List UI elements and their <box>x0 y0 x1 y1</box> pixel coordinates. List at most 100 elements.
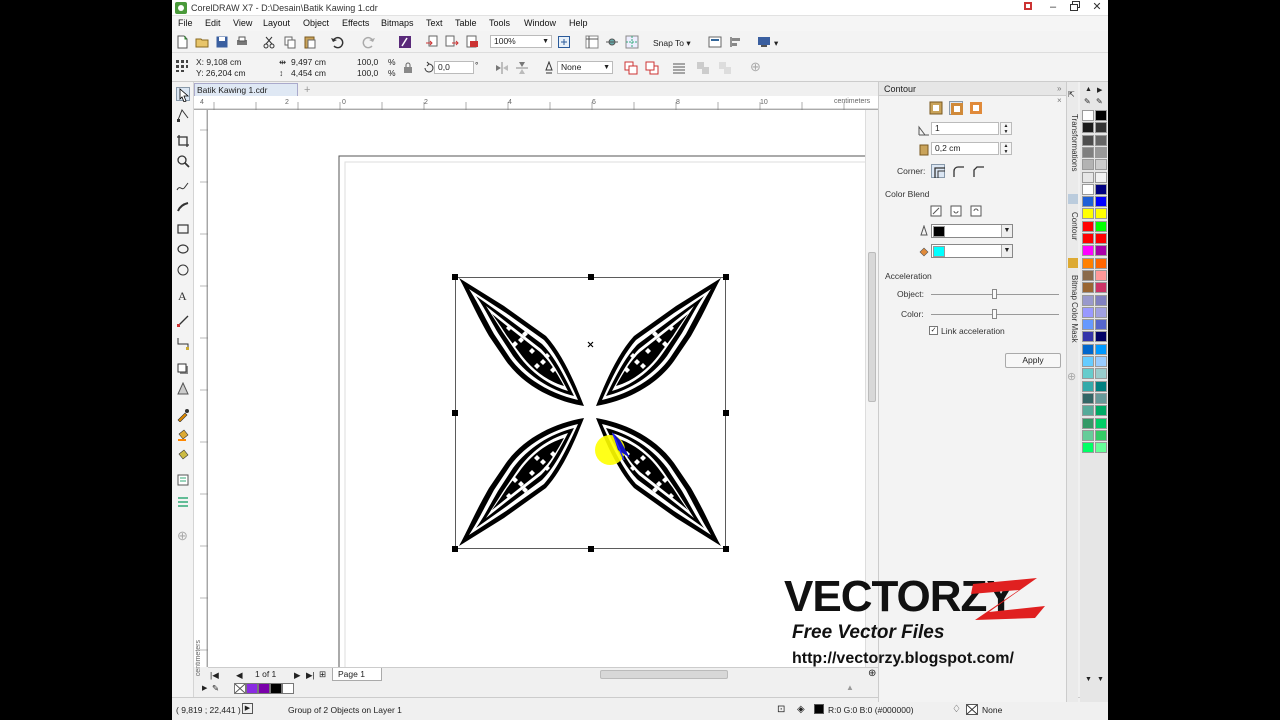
palette-arrow-icon[interactable]: ▶ <box>202 684 207 692</box>
palette-swatch[interactable] <box>1082 319 1094 331</box>
page-tab[interactable]: Page 1 <box>332 668 382 681</box>
export-icon[interactable] <box>445 35 459 49</box>
palette-swatch[interactable] <box>1095 220 1107 232</box>
lock-ratio-icon[interactable] <box>401 61 415 75</box>
to-back-icon[interactable] <box>645 61 659 75</box>
full-screen-icon[interactable] <box>557 35 571 49</box>
offset-spinner[interactable]: ▲ ▼ <box>1000 142 1012 155</box>
menu-bitmaps[interactable]: Bitmaps <box>381 18 414 28</box>
palette-swatch[interactable] <box>1095 429 1107 441</box>
polygon-tool-icon[interactable] <box>176 263 190 277</box>
rotation-angle-field[interactable]: 0,0 <box>434 61 474 74</box>
import-icon[interactable] <box>425 35 439 49</box>
palette-swatch[interactable] <box>1095 196 1107 208</box>
palette-scroll-up-icon[interactable]: ▲ <box>1085 86 1092 93</box>
menu-help[interactable]: Help <box>569 18 588 28</box>
palette-swatch[interactable] <box>1095 356 1107 367</box>
palette-swatch[interactable] <box>1095 245 1107 257</box>
drop-shadow-icon[interactable] <box>176 362 190 376</box>
color-eyedropper-icon[interactable] <box>176 408 190 422</box>
color-acceleration-slider[interactable] <box>992 309 997 319</box>
palette-swatch[interactable] <box>1095 392 1107 404</box>
apply-button[interactable]: Apply <box>1005 353 1061 368</box>
menu-tools[interactable]: Tools <box>489 18 510 28</box>
bevel-corner-icon[interactable] <box>971 164 985 178</box>
palette-swatch[interactable] <box>1095 294 1107 306</box>
clockwise-blend-icon[interactable] <box>949 204 963 218</box>
restore-window-icon[interactable] <box>1017 1 1039 14</box>
show-guidelines-icon[interactable] <box>625 35 639 49</box>
no-color-swatch[interactable] <box>234 683 246 694</box>
doc-swatch[interactable] <box>246 683 258 694</box>
palette-swatch[interactable] <box>1095 306 1107 318</box>
menu-window[interactable]: Window <box>524 18 556 28</box>
outline-width-select[interactable]: None ▼ <box>557 61 613 74</box>
mirror-vertical-icon[interactable] <box>515 61 529 75</box>
menu-table[interactable]: Table <box>455 18 477 28</box>
options-icon[interactable] <box>708 35 722 49</box>
menu-object[interactable]: Object <box>303 18 329 28</box>
crop-tool-icon[interactable] <box>176 134 190 148</box>
palette-swatch[interactable] <box>1082 245 1094 257</box>
batik-motif[interactable] <box>459 278 721 546</box>
color-proof-icon[interactable]: ⊡ <box>777 704 785 715</box>
new-tab-icon[interactable]: + <box>304 84 310 96</box>
linear-blend-icon[interactable] <box>929 204 943 218</box>
parallel-dimension-icon[interactable] <box>176 314 190 328</box>
open-icon[interactable] <box>195 35 209 49</box>
miter-corner-icon[interactable] <box>931 164 945 178</box>
palette-swatch[interactable] <box>1095 233 1107 244</box>
to-front-icon[interactable] <box>624 61 638 75</box>
ellipse-tool-icon[interactable] <box>176 242 190 256</box>
mirror-horizontal-icon[interactable] <box>495 61 509 75</box>
steps-spinner[interactable]: ▲ ▼ <box>1000 122 1012 135</box>
copy-icon[interactable] <box>283 35 297 49</box>
doc-swatch[interactable] <box>258 683 270 694</box>
palette-swatch[interactable] <box>1082 257 1094 269</box>
counterclockwise-blend-icon[interactable] <box>969 204 983 218</box>
palette-swatch[interactable] <box>1082 429 1094 441</box>
to-center-icon[interactable] <box>929 101 943 115</box>
text-tool-icon[interactable]: A <box>176 288 190 302</box>
connector-tool-icon[interactable] <box>176 336 190 350</box>
launcher-dropdown-icon[interactable]: ▾ <box>774 38 778 49</box>
palette-swatch[interactable] <box>1082 331 1094 343</box>
dropdown-arrow-icon[interactable]: ▼ <box>1001 245 1012 257</box>
palette-swatch[interactable] <box>1082 405 1094 417</box>
palette-eyedropper-icon[interactable]: ✎ <box>1084 97 1091 106</box>
palette-swatch[interactable] <box>1082 146 1094 158</box>
palette-swatch[interactable] <box>1095 159 1107 171</box>
scale-x-field[interactable]: 100,0 <box>357 57 378 67</box>
fill-color-picker[interactable]: ▼ <box>931 244 1013 258</box>
add-tool-icon[interactable]: ⊕ <box>177 528 188 544</box>
vertical-scroll-thumb[interactable] <box>868 252 876 402</box>
palette-swatch[interactable] <box>1095 146 1107 158</box>
palette-swatch[interactable] <box>1082 196 1094 208</box>
palette-swatch[interactable] <box>1095 417 1107 429</box>
palette-swatch[interactable] <box>1095 319 1107 331</box>
palette-scroll-down-icon[interactable]: ▼ <box>1085 676 1092 683</box>
transformations-tab-icon[interactable]: ⇱ <box>1068 90 1078 100</box>
show-rulers-icon[interactable] <box>585 35 599 49</box>
contour-steps-field[interactable]: 1 <box>931 122 999 135</box>
doc-swatch[interactable] <box>270 683 282 694</box>
bitmap-color-mask-tab-icon[interactable] <box>1068 258 1078 268</box>
dropdown-arrow-icon[interactable]: ▼ <box>1001 225 1012 237</box>
outline-color-picker[interactable]: ▼ <box>931 224 1013 238</box>
y-position-field[interactable]: Y: 26,204 cm <box>196 68 246 78</box>
application-launcher-icon[interactable] <box>757 35 771 49</box>
redo-icon[interactable] <box>362 35 376 49</box>
shape-tool-icon[interactable] <box>176 108 190 122</box>
palette-swatch[interactable] <box>1082 171 1094 183</box>
palette-swatch[interactable] <box>1082 306 1094 318</box>
palette-swatch[interactable] <box>1082 417 1094 429</box>
align-panel-icon[interactable] <box>176 495 190 509</box>
scale-y-field[interactable]: 100,0 <box>357 68 378 78</box>
palette-swatch[interactable] <box>1082 233 1094 244</box>
palette-eyedropper-icon[interactable]: ✎ <box>1096 97 1103 106</box>
menu-layout[interactable]: Layout <box>263 18 290 28</box>
show-grid-icon[interactable] <box>605 35 619 49</box>
palette-swatch[interactable] <box>1082 183 1094 195</box>
palette-swatch[interactable] <box>1095 405 1107 417</box>
document-tab[interactable]: Batik Kawing 1.cdr <box>194 83 298 96</box>
